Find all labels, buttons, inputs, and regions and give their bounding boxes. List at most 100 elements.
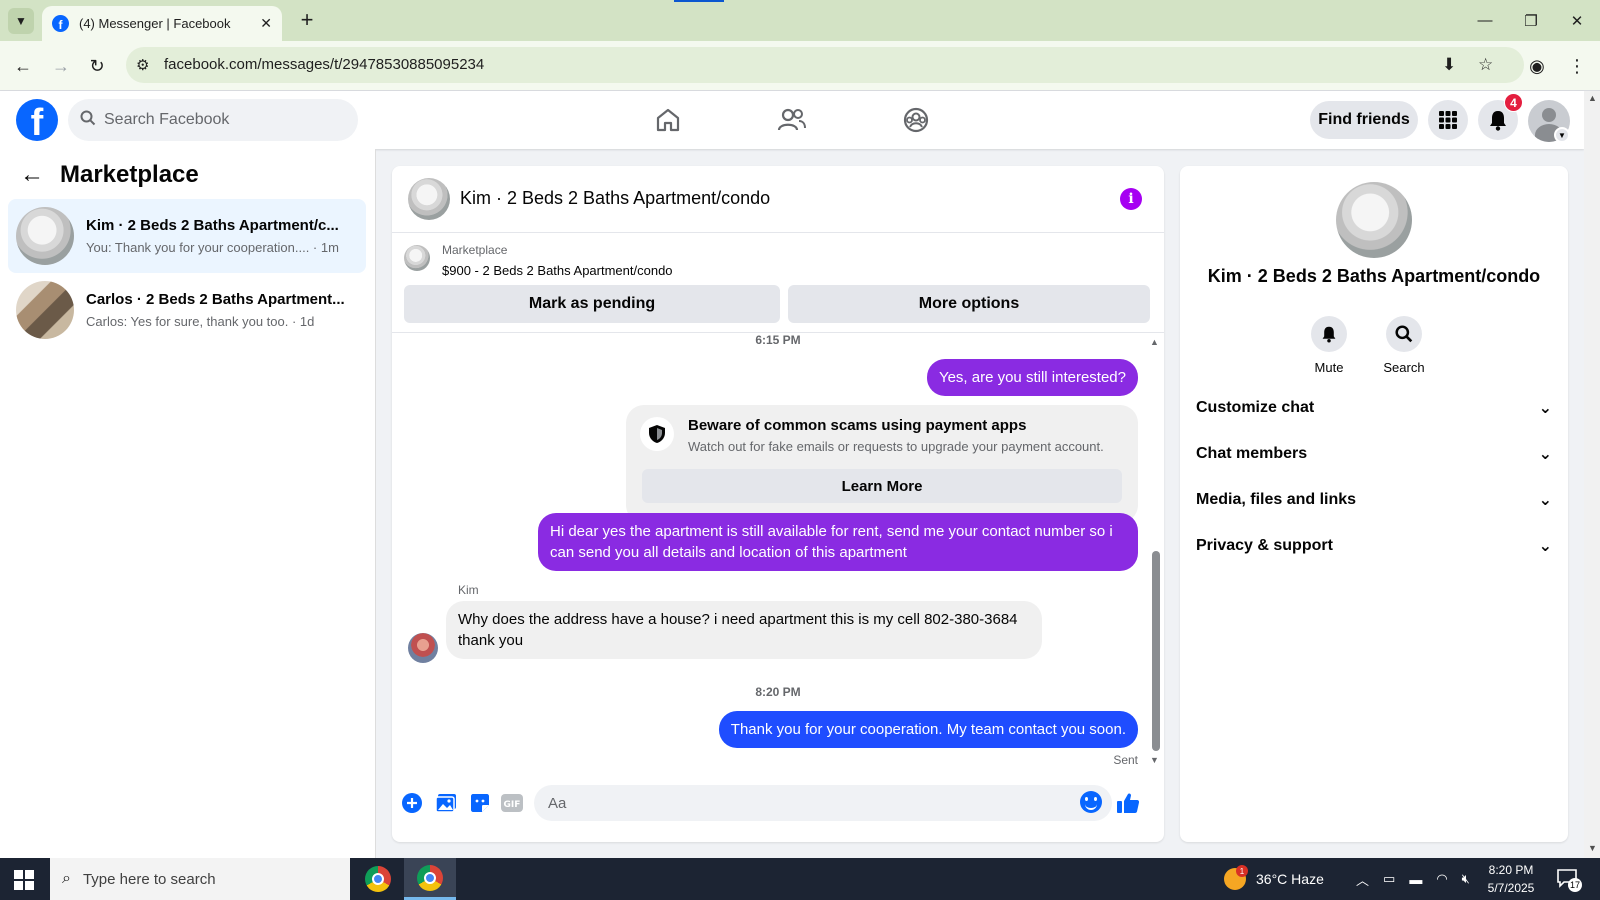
scam-warning-card: Beware of common scams using payment app… (626, 405, 1138, 523)
back-arrow-icon[interactable]: ← (10, 53, 36, 79)
shield-icon (640, 417, 674, 451)
system-clock[interactable]: 8:20 PM 5/7/2025 (1476, 861, 1546, 897)
menu-grid-icon[interactable] (1428, 100, 1468, 140)
chat-item-carlos[interactable]: Carlos · 2 Beds 2 Baths Apartment... Car… (8, 273, 366, 347)
outgoing-message[interactable]: Thank you for your cooperation. My team … (718, 711, 1138, 748)
browser-menu-icon[interactable]: ⋮ (1564, 53, 1590, 79)
photo-icon[interactable] (434, 791, 458, 815)
scroll-down-icon[interactable]: ▼ (1588, 843, 1597, 853)
tab-search-chevron-icon[interactable]: ▼ (8, 8, 34, 34)
outgoing-message[interactable]: Hi dear yes the apartment is still avail… (538, 513, 1138, 571)
chat-members-section[interactable]: Chat members ⌄ (1196, 434, 1552, 474)
notification-count-badge: 4 (1504, 93, 1523, 112)
sticker-icon[interactable] (468, 791, 492, 815)
section-label: Privacy & support (1196, 537, 1333, 554)
scroll-up-icon[interactable]: ▲ (1588, 93, 1597, 103)
listing-title[interactable]: $900 - 2 Beds 2 Baths Apartment/condo (442, 263, 673, 278)
thread-scrollbar[interactable]: ▲ ▼ (1150, 333, 1160, 773)
facebook-search-input[interactable] (104, 111, 334, 129)
listing-thumbnail (16, 281, 74, 339)
close-window-icon[interactable]: ✕ (1554, 0, 1600, 41)
battery-icon[interactable]: ▬ (1409, 872, 1422, 887)
sender-avatar[interactable] (408, 633, 438, 663)
emoji-icon[interactable] (1080, 791, 1102, 813)
forward-arrow-icon[interactable]: → (48, 53, 74, 79)
chrome-taskbar-icon[interactable] (352, 858, 404, 900)
scrollbar-thumb[interactable] (1152, 551, 1160, 751)
listing-thumbnail[interactable] (404, 245, 430, 271)
sender-name: Kim (458, 583, 479, 597)
clock-time: 8:20 PM (1488, 863, 1534, 877)
wifi-icon[interactable]: ◠ (1436, 871, 1447, 887)
mute-button[interactable]: Mute (1299, 316, 1359, 375)
message-input[interactable] (548, 794, 1068, 812)
browser-tab-messenger[interactable]: f (4) Messenger | Facebook ✕ (42, 6, 282, 41)
account-chevron-down-icon[interactable]: ▼ (1554, 127, 1570, 143)
chat-info-avatar[interactable] (1336, 182, 1412, 258)
conversation-title[interactable]: Kim · 2 Beds 2 Baths Apartment/condo (460, 188, 770, 209)
page-scrollbar[interactable]: ▲ ▼ (1584, 91, 1600, 858)
chat-list-header: ← Marketplace (20, 161, 199, 189)
groups-nav-icon[interactable] (896, 103, 936, 137)
chrome-active-taskbar-icon[interactable] (404, 858, 456, 900)
mark-as-pending-button[interactable]: Mark as pending (404, 285, 780, 323)
chevron-down-icon: ⌄ (1538, 400, 1552, 417)
facebook-favicon-icon: f (52, 15, 69, 32)
more-options-button[interactable]: More options (788, 285, 1150, 323)
message-timestamp: 6:15 PM (755, 333, 801, 347)
customize-chat-section[interactable]: Customize chat ⌄ (1196, 388, 1552, 428)
windows-start-icon[interactable] (14, 870, 34, 890)
listing-thumbnail (16, 207, 74, 265)
gif-icon[interactable]: GIF (500, 791, 524, 815)
section-label: Media, files and links (1196, 491, 1357, 508)
section-label: Customize chat (1196, 399, 1315, 416)
search-label: Search (1383, 360, 1425, 375)
search-icon: ⌕ (62, 870, 71, 887)
browser-toolbar: ← → ↻ ⚙ facebook.com/messages/t/29478530… (0, 41, 1600, 91)
meet-now-icon[interactable]: ▭ (1383, 871, 1395, 887)
find-friends-button[interactable]: Find friends (1310, 101, 1418, 139)
install-app-icon[interactable]: ⬇ (1442, 55, 1456, 75)
plus-circle-icon[interactable] (400, 791, 424, 815)
info-icon[interactable]: i (1120, 188, 1142, 210)
weather-text[interactable]: 36°C Haze (1256, 858, 1324, 900)
scroll-down-icon[interactable]: ▼ (1150, 755, 1159, 765)
incoming-message[interactable]: Why does the address have a house? i nee… (446, 601, 1042, 659)
scroll-up-icon[interactable]: ▲ (1150, 337, 1159, 347)
facebook-logo-icon[interactable]: f (16, 99, 58, 141)
search-in-chat-button[interactable]: Search (1374, 316, 1434, 375)
message-status: Sent (1113, 753, 1138, 767)
conversation-avatar[interactable] (408, 178, 450, 220)
bookmark-star-icon[interactable]: ☆ (1478, 55, 1493, 75)
reload-icon[interactable]: ↻ (84, 53, 110, 79)
privacy-support-section[interactable]: Privacy & support ⌄ (1196, 526, 1552, 566)
minimize-icon[interactable]: — (1462, 0, 1508, 41)
address-bar[interactable]: ⚙ facebook.com/messages/t/29478530885095… (126, 47, 1524, 83)
notification-center-icon[interactable]: 17 (1556, 868, 1582, 892)
thumbs-up-icon[interactable] (1116, 791, 1140, 815)
friends-nav-icon[interactable] (772, 103, 812, 137)
site-settings-icon[interactable]: ⚙ (136, 56, 149, 74)
chevron-up-icon[interactable]: ︿ (1356, 870, 1369, 889)
tab-close-icon[interactable]: ✕ (260, 15, 272, 32)
loading-indicator (674, 0, 724, 2)
chat-info-panel: Kim · 2 Beds 2 Baths Apartment/condo Mut… (1180, 166, 1568, 842)
home-nav-icon[interactable] (648, 103, 688, 137)
learn-more-button[interactable]: Learn More (642, 469, 1122, 503)
speaker-muted-icon[interactable]: 🔇︎ (1462, 871, 1470, 887)
chat-item-kim[interactable]: Kim · 2 Beds 2 Baths Apartment/c... You:… (8, 199, 366, 273)
message-thread: 6:15 PM Yes, are you still interested? B… (392, 333, 1164, 773)
facebook-search-box[interactable] (68, 99, 358, 141)
message-input-box[interactable] (534, 785, 1112, 821)
url-text[interactable]: facebook.com/messages/t/2947853088509523… (164, 56, 484, 73)
section-label: Chat members (1196, 445, 1308, 462)
taskbar-search-box[interactable]: ⌕ Type here to search (50, 858, 350, 900)
search-icon[interactable] (1386, 316, 1422, 352)
new-tab-button[interactable]: + (294, 8, 320, 34)
bell-icon[interactable] (1311, 316, 1347, 352)
back-arrow-icon[interactable]: ← (20, 161, 44, 189)
restore-icon[interactable]: ❐ (1508, 0, 1554, 41)
media-files-links-section[interactable]: Media, files and links ⌄ (1196, 480, 1552, 520)
outgoing-message[interactable]: Yes, are you still interested? (926, 359, 1138, 396)
browser-profile-icon[interactable]: ◉ (1524, 53, 1550, 79)
